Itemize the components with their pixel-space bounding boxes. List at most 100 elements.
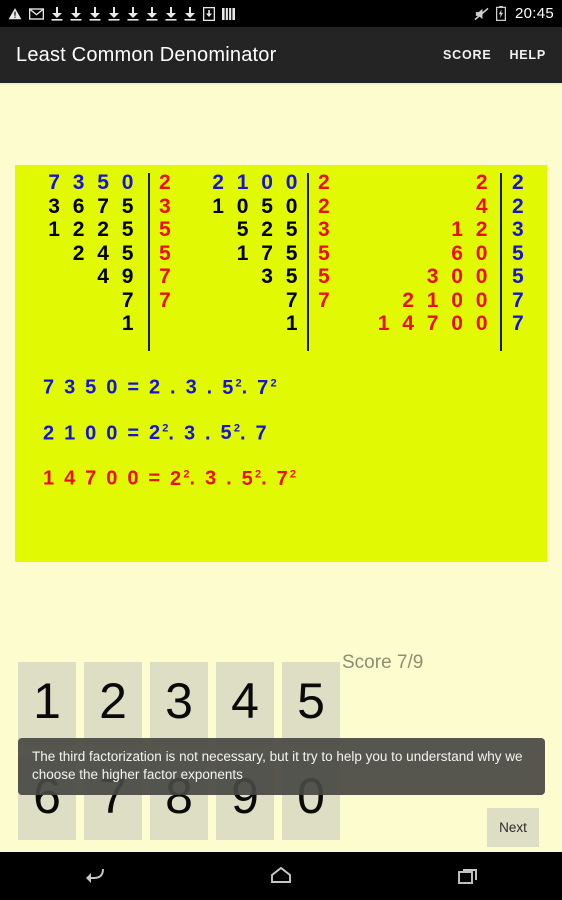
multiplication-dot: .: [162, 376, 186, 399]
download-arrow-icon: [165, 6, 177, 21]
factor-cell: 3 6 7 5: [48, 194, 137, 218]
download-arrow-icon: [70, 6, 82, 21]
factor-cell: 1 0 5 0: [212, 194, 301, 218]
column-2100-divisors: 223557: [318, 171, 358, 312]
factor-cell: 5: [512, 265, 528, 288]
download-arrow-icon: [127, 6, 139, 21]
toast-message: The third factorization is not necessary…: [18, 738, 545, 795]
warning-triangle-icon: [8, 7, 22, 21]
download-arrow-icon: [184, 6, 196, 21]
factor-exponent: 2: [289, 468, 297, 481]
multiplication-dot: .: [197, 422, 221, 445]
factor-cell: 1: [121, 312, 137, 335]
factor-cell: 2: [512, 171, 528, 194]
key-3[interactable]: 3: [150, 662, 208, 745]
factor-cell: 2 1 0 0: [212, 171, 301, 194]
key-2[interactable]: 2: [84, 662, 142, 745]
score-label: Score 7/9: [342, 652, 424, 673]
equation-factor-term: 52: [220, 422, 240, 445]
factor-cell: 7: [512, 288, 528, 312]
app-action-bar: Least Common Denominator SCORE HELP: [0, 27, 562, 83]
multiplication-dot: .: [168, 422, 184, 445]
key-4[interactable]: 4: [216, 662, 274, 745]
column-7350-divisors: 235577: [159, 171, 199, 312]
factor-cell: 3: [159, 194, 175, 218]
multiplication-dot: .: [240, 422, 256, 445]
score-action-button[interactable]: SCORE: [443, 48, 491, 62]
equation-lhs: 2 1 0 0 =: [43, 422, 149, 445]
column-lcm-products: 241 26 03 0 02 1 0 01 4 7 0 0: [355, 171, 491, 336]
factor-cell: 7: [159, 288, 175, 312]
factor-cell: 3 5: [261, 265, 301, 288]
factor-cell: 3: [512, 218, 528, 241]
column-2100-quotients: 2 1 0 01 0 5 05 2 51 7 53 571: [201, 171, 301, 336]
equation-factor-term: 52: [222, 376, 242, 399]
status-bar-system-icons: 20:45: [474, 5, 554, 22]
factor-cell: 7: [285, 288, 301, 312]
factor-cell: 7: [121, 288, 137, 312]
factor-cell: 4 9: [97, 265, 137, 288]
factor-cell: 5: [318, 265, 334, 288]
factor-cell: 7: [318, 288, 334, 312]
factor-cell: 7 3 5 0: [48, 171, 137, 194]
help-action-button[interactable]: HELP: [509, 48, 546, 62]
factor-cell: 5: [159, 241, 175, 265]
factorization-equations: 7 3 5 0 = 2 . 3 . 52. 72 2 1 0 0 = 22. 3 …: [43, 363, 543, 500]
table-divider-2: [307, 173, 309, 351]
equation-factor-term: 2: [148, 376, 163, 399]
factor-cell: 1 4 7 0 0: [377, 312, 491, 335]
download-box-icon: [203, 6, 215, 21]
status-bar-clock: 20:45: [514, 5, 554, 22]
equation-lhs: 7 3 5 0 =: [43, 376, 149, 399]
download-arrow-icon: [146, 6, 158, 21]
download-arrow-icon: [108, 6, 120, 21]
column-lcm-divisors: 2235577: [512, 171, 552, 336]
equation-factor-term: 7: [255, 422, 269, 445]
equation-factor-term: 3: [185, 376, 199, 399]
recents-icon[interactable]: [433, 852, 503, 900]
equation-factor-term: 3: [205, 467, 219, 490]
equation-factor-term: 52: [241, 467, 262, 490]
factor-cell: 5 2 5: [236, 218, 301, 241]
status-bar-notification-icons: [8, 6, 474, 21]
equation-factor-term: 3: [183, 422, 198, 445]
multiplication-dot: .: [198, 376, 223, 399]
factor-cell: 2: [318, 194, 334, 218]
mute-icon: [474, 7, 489, 21]
factor-cell: 1: [285, 312, 301, 335]
key-1[interactable]: 1: [18, 662, 76, 745]
factor-cell: 5: [318, 241, 334, 265]
download-arrow-icon: [51, 6, 63, 21]
equation-line: 7 3 5 0 = 2 . 3 . 52. 72: [43, 363, 543, 409]
factor-cell: 5: [159, 218, 175, 241]
factor-cell: 7: [512, 312, 528, 335]
factor-cell: 2: [318, 171, 334, 194]
key-5[interactable]: 5: [282, 662, 340, 745]
factor-cell: 4: [475, 194, 491, 218]
equation-factor-term: 22: [170, 467, 190, 490]
page-title: Least Common Denominator: [16, 43, 277, 66]
factor-cell: 2 4 5: [72, 241, 137, 265]
back-icon[interactable]: [59, 852, 129, 900]
android-navigation-bar: [0, 852, 562, 900]
multiplication-dot: .: [261, 467, 277, 490]
equation-factor-term: 72: [257, 376, 277, 399]
factor-cell: 7: [159, 265, 175, 288]
next-button[interactable]: Next: [487, 808, 539, 847]
equation-factor-term: 72: [276, 467, 297, 490]
table-divider-1: [148, 173, 150, 351]
factor-cell: 2: [512, 194, 528, 218]
column-7350-quotients: 7 3 5 03 6 7 51 2 2 52 4 54 971: [35, 171, 137, 336]
factor-table: 7 3 5 03 6 7 51 2 2 52 4 54 971 235577 2…: [15, 171, 547, 353]
battery-charging-icon: [495, 6, 506, 21]
factor-cell: 1 7 5: [236, 241, 301, 265]
download-arrow-icon: [89, 6, 101, 21]
factor-cell: 2: [159, 171, 175, 194]
app-root: 20:45 Least Common Denominator SCORE HEL…: [0, 0, 562, 900]
home-icon[interactable]: [246, 852, 316, 900]
gmail-envelope-icon: [29, 7, 44, 20]
action-bar-divider: [0, 83, 562, 85]
table-divider-3: [500, 173, 502, 351]
equation-line: 1 4 7 0 0 = 22. 3 . 52. 72: [43, 454, 543, 500]
android-status-bar: 20:45: [0, 0, 562, 27]
